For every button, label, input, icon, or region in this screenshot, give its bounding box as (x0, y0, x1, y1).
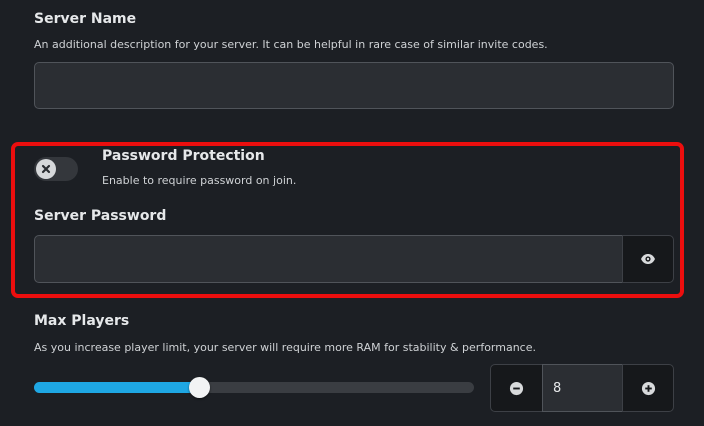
password-protection-description: Enable to require password on join. (102, 174, 297, 187)
plus-circle-icon (641, 381, 655, 395)
server-name-description: An additional description for your serve… (34, 38, 548, 51)
max-players-slider[interactable] (34, 377, 474, 398)
max-players-title: Max Players (34, 313, 130, 329)
x-icon (41, 164, 51, 174)
max-players-description: As you increase player limit, your serve… (34, 341, 536, 354)
server-name-input[interactable] (34, 62, 674, 109)
toggle-knob (36, 159, 56, 179)
max-players-input[interactable] (542, 364, 623, 412)
slider-thumb[interactable] (188, 377, 210, 398)
password-protection-title: Password Protection (102, 148, 265, 164)
reveal-password-button[interactable] (622, 235, 674, 283)
server-name-title: Server Name (34, 11, 137, 27)
decrement-players-button[interactable] (490, 364, 543, 412)
server-settings-page: Server Name An additional description fo… (0, 0, 704, 426)
password-protection-toggle[interactable] (34, 157, 78, 181)
slider-fill (34, 382, 199, 393)
increment-players-button[interactable] (622, 364, 674, 412)
server-password-title: Server Password (34, 208, 167, 224)
eye-icon (641, 254, 655, 264)
minus-circle-icon (509, 381, 524, 395)
server-password-input[interactable] (34, 235, 623, 283)
